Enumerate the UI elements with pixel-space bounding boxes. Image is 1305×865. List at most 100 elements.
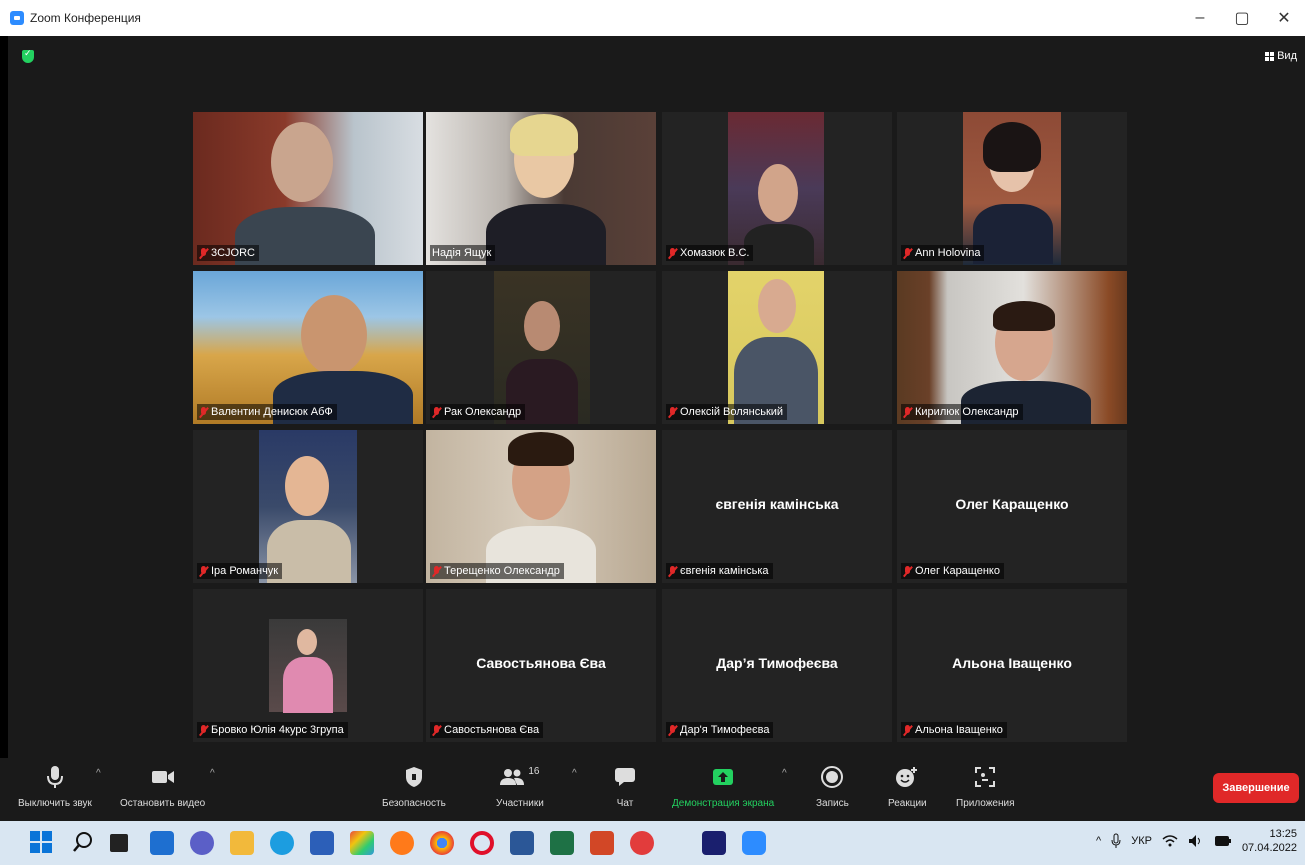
participant-name-label: Валентин Денисюк АбФ bbox=[197, 404, 337, 420]
mic-muted-icon bbox=[432, 724, 441, 736]
clock[interactable]: 13:25 07.04.2022 bbox=[1242, 827, 1297, 855]
participant-tile[interactable]: Бровко Юлія 4курс 3група bbox=[193, 589, 423, 742]
mic-muted-icon bbox=[432, 406, 441, 418]
mic-muted-icon bbox=[199, 565, 208, 577]
chat-button[interactable]: Чат bbox=[614, 764, 636, 809]
participant-name-label: Іра Романчук bbox=[197, 563, 283, 579]
antivirus-icon[interactable] bbox=[670, 831, 694, 855]
powerpoint-icon[interactable] bbox=[590, 831, 614, 855]
participant-tile[interactable]: Альона Іващенко Альона Іващенко bbox=[897, 589, 1127, 742]
participant-video bbox=[963, 112, 1061, 265]
tray-overflow-icon[interactable]: ^ bbox=[1096, 835, 1101, 847]
mic-muted-icon bbox=[903, 724, 912, 736]
participant-tile[interactable]: Дар’я Тимофеєва Дар'я Тимофеєва bbox=[662, 589, 892, 742]
participant-tile-active-speaker[interactable]: Надія Ящук bbox=[426, 112, 656, 265]
participant-name-label: Бровко Юлія 4курс 3група bbox=[197, 722, 348, 738]
language-indicator[interactable]: УКР bbox=[1131, 835, 1152, 847]
mute-button[interactable]: Выключить звук bbox=[18, 764, 92, 809]
participants-button[interactable]: 16 Участники bbox=[496, 764, 544, 810]
participant-video bbox=[728, 112, 824, 265]
stop-video-button[interactable]: Остановить видео bbox=[120, 764, 205, 809]
participant-name-label: 3CJORC bbox=[197, 245, 260, 261]
security-button[interactable]: Безопасность bbox=[382, 764, 446, 809]
mic-muted-icon bbox=[199, 247, 208, 259]
opera-icon[interactable] bbox=[470, 831, 494, 855]
excel-icon[interactable] bbox=[550, 831, 574, 855]
participant-video bbox=[426, 112, 656, 265]
participant-tile[interactable]: Іра Романчук bbox=[193, 430, 423, 583]
participant-video bbox=[426, 430, 656, 583]
battery-icon[interactable] bbox=[1214, 835, 1232, 847]
windows-taskbar: ^ УКР 13:25 07.04.2022 bbox=[0, 821, 1305, 865]
participants-icon: 16 bbox=[500, 764, 539, 790]
photos-icon[interactable] bbox=[350, 831, 374, 855]
participant-tile[interactable]: Кирилюк Олександр bbox=[897, 271, 1127, 424]
app-red-icon[interactable] bbox=[630, 831, 654, 855]
chrome-icon[interactable] bbox=[430, 831, 454, 855]
participant-tile[interactable]: Рак Олександр bbox=[426, 271, 656, 424]
minimize-button[interactable]: – bbox=[1179, 0, 1221, 36]
participant-tile[interactable]: Савостьянова Єва Савостьянова Єва bbox=[426, 589, 656, 742]
mic-muted-icon bbox=[668, 565, 677, 577]
task-view-icon[interactable] bbox=[110, 834, 128, 852]
apps-button[interactable]: Приложения bbox=[956, 764, 1015, 809]
view-button[interactable]: Вид bbox=[1265, 50, 1297, 62]
search-icon[interactable] bbox=[72, 831, 96, 855]
record-button[interactable]: Запись bbox=[816, 764, 849, 809]
participant-display-name: Альона Іващенко bbox=[952, 655, 1072, 671]
edge-browser-icon[interactable] bbox=[270, 831, 294, 855]
participant-name-label: євгенія камінська bbox=[666, 563, 773, 579]
encryption-shield-icon[interactable] bbox=[22, 48, 34, 63]
microphone-icon bbox=[46, 764, 63, 790]
apps-icon bbox=[975, 764, 996, 790]
participant-tile[interactable]: Ann Holovina bbox=[897, 112, 1127, 265]
media-app-icon[interactable] bbox=[702, 831, 726, 855]
participant-tile[interactable]: Олег Каращенко Олег Каращенко bbox=[897, 430, 1127, 583]
participant-tile[interactable]: Терещенко Олександр bbox=[426, 430, 656, 583]
participant-display-name: євгенія камінська bbox=[715, 496, 839, 512]
participant-name-label: Дар'я Тимофеєва bbox=[666, 722, 774, 738]
close-button[interactable]: ✕ bbox=[1263, 0, 1305, 36]
share-screen-button[interactable]: Демонстрация экрана bbox=[672, 764, 774, 809]
system-tray: ^ УКР 13:25 07.04.2022 bbox=[1096, 827, 1297, 855]
restore-button[interactable]: ▢ bbox=[1221, 0, 1263, 36]
mic-muted-icon bbox=[903, 406, 912, 418]
participant-name-label: Терещенко Олександр bbox=[430, 563, 564, 579]
participant-tile[interactable]: Олексій Волянський bbox=[662, 271, 892, 424]
video-options-caret-icon[interactable]: ^ bbox=[210, 768, 215, 779]
teams-chat-icon[interactable] bbox=[190, 831, 214, 855]
participant-name-label: Савостьянова Єва bbox=[430, 722, 544, 738]
participant-name-label: Олексій Волянський bbox=[666, 404, 788, 420]
participant-name-label: Кирилюк Олександр bbox=[901, 404, 1023, 420]
windows-start-icon[interactable] bbox=[30, 831, 54, 855]
mic-muted-icon bbox=[668, 247, 677, 259]
store-icon[interactable] bbox=[310, 831, 334, 855]
mic-muted-icon bbox=[903, 565, 912, 577]
camera-icon bbox=[151, 764, 175, 790]
zoom-taskbar-icon[interactable] bbox=[742, 831, 766, 855]
participant-display-name: Савостьянова Єва bbox=[476, 655, 606, 671]
share-options-caret-icon[interactable]: ^ bbox=[782, 768, 787, 779]
share-screen-icon bbox=[711, 764, 735, 790]
participant-tile[interactable]: євгенія камінська євгенія камінська bbox=[662, 430, 892, 583]
participant-name-label: Надія Ящук bbox=[430, 245, 496, 261]
speaker-icon[interactable] bbox=[1188, 834, 1204, 848]
widgets-icon[interactable] bbox=[150, 831, 174, 855]
mic-muted-icon bbox=[199, 406, 208, 418]
file-explorer-icon[interactable] bbox=[230, 831, 254, 855]
participants-options-caret-icon[interactable]: ^ bbox=[572, 768, 577, 779]
audio-options-caret-icon[interactable]: ^ bbox=[96, 768, 101, 779]
firefox-icon[interactable] bbox=[390, 831, 414, 855]
mic-muted-icon bbox=[668, 724, 677, 736]
end-meeting-button[interactable]: Завершение bbox=[1213, 773, 1299, 803]
participant-video bbox=[193, 112, 423, 265]
word-icon[interactable] bbox=[510, 831, 534, 855]
reactions-button[interactable]: Реакции bbox=[888, 764, 927, 809]
microphone-tray-icon[interactable] bbox=[1111, 833, 1121, 849]
wifi-icon[interactable] bbox=[1162, 834, 1178, 848]
participant-tile[interactable]: Хомазюк В.С. bbox=[662, 112, 892, 265]
participant-tile[interactable]: 3CJORC bbox=[193, 112, 423, 265]
window-controls: – ▢ ✕ bbox=[1179, 0, 1305, 36]
participant-name-label: Рак Олександр bbox=[430, 404, 526, 420]
participant-tile[interactable]: Валентин Денисюк АбФ bbox=[193, 271, 423, 424]
